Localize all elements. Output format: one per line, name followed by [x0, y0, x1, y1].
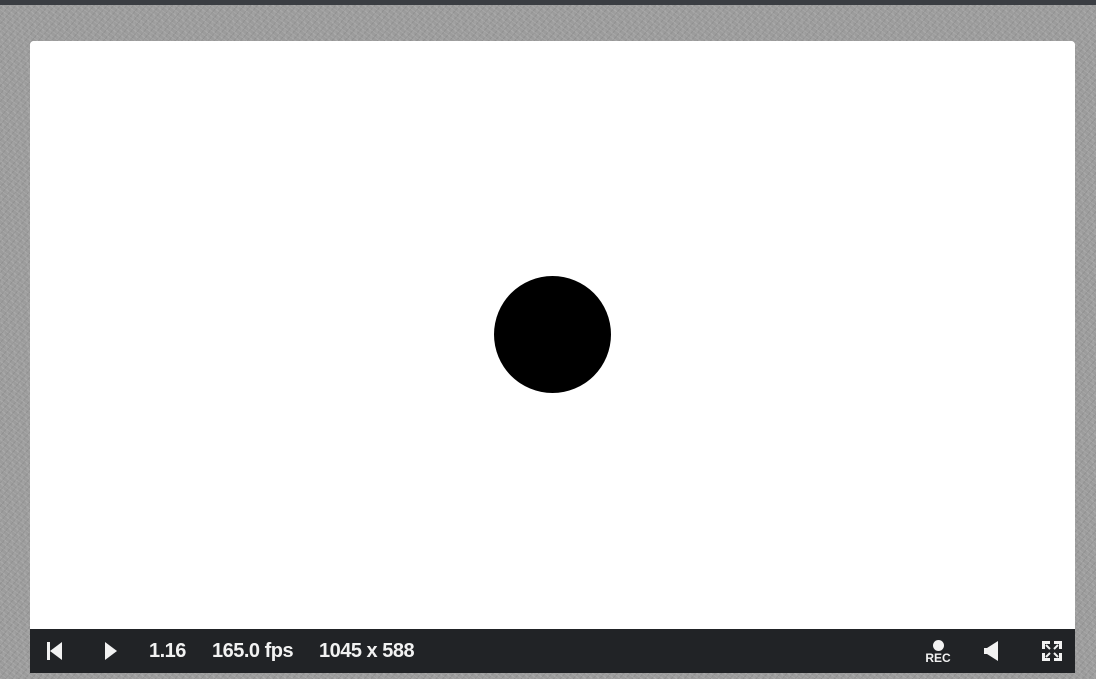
rewind-button[interactable] [40, 629, 68, 673]
record-icon [932, 640, 944, 651]
skip-to-start-icon [47, 642, 62, 660]
record-label: REC [925, 651, 951, 665]
player-controls: 1.16 165.0 fps 1045 x 588 REC [30, 629, 1075, 673]
shader-player: 1.16 165.0 fps 1045 x 588 REC [30, 41, 1075, 673]
time-readout: 1.16 [149, 640, 186, 662]
fps-readout: 165.0 fps [212, 640, 294, 662]
resolution-readout: 1045 x 588 [319, 640, 415, 662]
play-icon [105, 642, 117, 660]
render-canvas[interactable] [30, 41, 1075, 629]
fullscreen-button[interactable] [1039, 629, 1065, 673]
black-circle [494, 276, 611, 393]
volume-button[interactable] [980, 629, 1004, 673]
play-button[interactable] [96, 629, 124, 673]
top-strip [0, 0, 1096, 5]
fullscreen-icon [1042, 641, 1062, 661]
volume-icon [984, 641, 998, 661]
record-button[interactable]: REC [921, 629, 955, 673]
